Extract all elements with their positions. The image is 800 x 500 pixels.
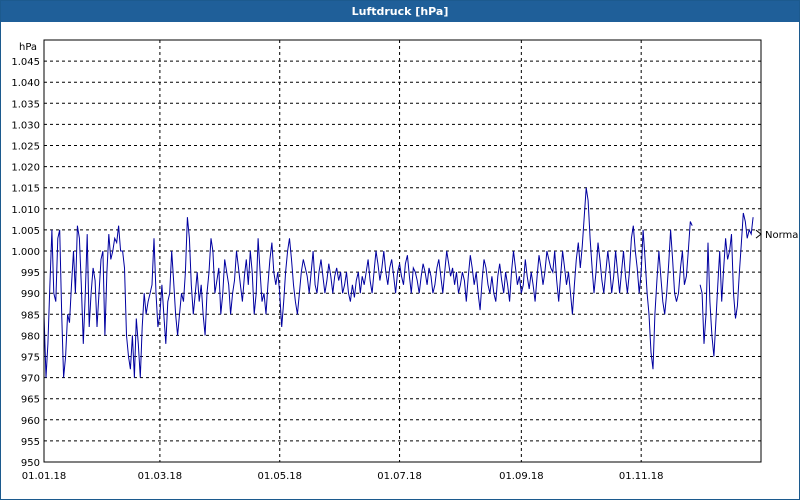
y-tick-label: 1.025 xyxy=(11,142,40,153)
y-tick-label: 990 xyxy=(21,289,40,300)
x-tick-label: 01.05.18 xyxy=(257,471,302,482)
y-tick-label: 985 xyxy=(21,310,40,321)
y-tick-label: 950 xyxy=(21,458,40,469)
y-tick-label: 995 xyxy=(21,268,40,279)
y-tick-label: 1.040 xyxy=(11,78,40,89)
y-axis-unit-label: hPa xyxy=(19,42,37,53)
y-tick-label: 960 xyxy=(21,416,40,427)
y-tick-label: 955 xyxy=(21,437,40,448)
pressure-chart: hPa 950 955 960 965 970 975 980 985 990 995 1.000 1… xyxy=(11,39,799,482)
y-tick-label: 1.015 xyxy=(11,184,40,195)
grid-lines xyxy=(44,40,761,462)
window-title: Luftdruck [hPa] xyxy=(1,1,799,22)
series-line xyxy=(699,212,754,357)
series-line xyxy=(43,187,693,378)
plot-frame xyxy=(43,39,762,463)
y-tick-label: 980 xyxy=(21,331,40,342)
y-tick-label: 1.020 xyxy=(11,163,40,174)
x-axis-ticks: 01.01.18 01.03.18 01.05.18 01.07.18 01.09.18… xyxy=(22,471,664,482)
y-tick-label: 965 xyxy=(21,395,40,406)
reference-line-group: Normal xyxy=(755,229,799,241)
x-tick-label: 01.01.18 xyxy=(22,471,67,482)
reference-line-marker xyxy=(755,229,762,239)
y-tick-label: 1.030 xyxy=(11,120,40,131)
reference-line-label: Normal xyxy=(765,230,799,241)
x-tick-label: 01.11.18 xyxy=(619,471,664,482)
y-axis-ticks: 950 955 960 965 970 975 980 985 990 995 1.000 1.005… xyxy=(11,57,40,469)
series-group xyxy=(43,187,754,378)
chart-window: Luftdruck [hPa] hPa 950 955 960 965 970 975 98… xyxy=(0,0,800,500)
y-tick-label: 975 xyxy=(21,353,40,364)
y-tick-label: 1.010 xyxy=(11,205,40,216)
x-tick-label: 01.03.18 xyxy=(138,471,183,482)
x-tick-label: 01.07.18 xyxy=(377,471,422,482)
y-tick-label: 1.035 xyxy=(11,99,40,110)
y-tick-label: 1.045 xyxy=(11,57,40,68)
x-tick-label: 01.09.18 xyxy=(499,471,544,482)
y-tick-label: 1.005 xyxy=(11,226,40,237)
y-tick-label: 970 xyxy=(21,374,40,385)
y-tick-label: 1.000 xyxy=(11,247,40,258)
